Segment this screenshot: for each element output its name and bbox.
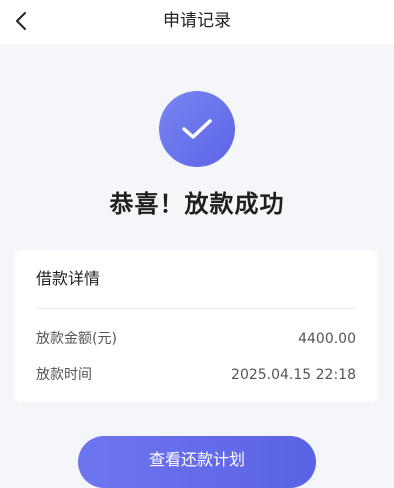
detail-label: 放款时间 — [36, 367, 92, 383]
button-label: 查看还款计划 — [148, 450, 245, 469]
top-nav-bar: 申请记录 — [0, 0, 394, 44]
loan-details-card: 借款详情 放款金额(元) 4400.00 放款时间 2025.04.15 22:… — [14, 250, 378, 402]
detail-value: 2025.04.15 22:18 — [231, 367, 356, 383]
page-title: 申请记录 — [163, 11, 231, 31]
success-message: 恭喜！放款成功 — [109, 190, 285, 218]
check-icon — [182, 119, 212, 139]
detail-row-time: 放款时间 2025.04.15 22:18 — [36, 364, 356, 386]
detail-value: 4400.00 — [298, 331, 356, 347]
detail-row-amount: 放款金额(元) 4400.00 — [36, 328, 356, 350]
view-repayment-plan-button[interactable]: 查看还款计划 — [78, 436, 316, 488]
card-title: 借款详情 — [36, 269, 101, 288]
success-badge — [159, 91, 235, 167]
divider — [36, 308, 356, 309]
detail-label: 放款金额(元) — [36, 331, 117, 347]
